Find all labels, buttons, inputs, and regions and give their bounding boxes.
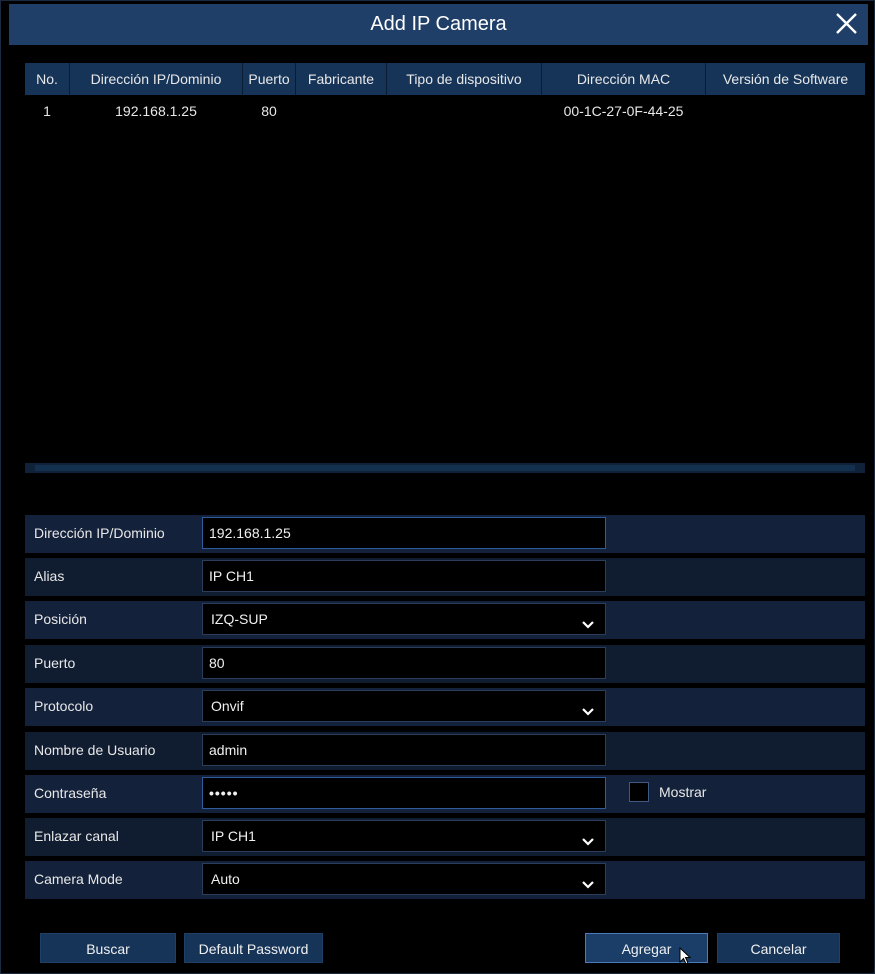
camera-list-table: No. Dirección IP/Dominio Puerto Fabrican… [25,63,865,463]
column-header-software[interactable]: Versión de Software [706,63,865,95]
camera-mode-selected-value: Auto [211,871,240,887]
dialog-title: Add IP Camera [370,13,507,35]
password-label: Contraseña [34,785,107,801]
channel-label: Enlazar canal [34,828,119,844]
camera-mode-select[interactable]: Auto [202,863,606,895]
form-row-port: Puerto [25,645,865,683]
form-row-alias: Alias [25,558,865,596]
column-header-ip[interactable]: Dirección IP/Dominio [70,63,242,95]
show-password-checkbox[interactable] [629,782,649,802]
alias-label: Alias [34,568,65,584]
channel-select[interactable]: IP CH1 [202,820,606,852]
form-row-username: Nombre de Usuario [25,732,865,770]
mouse-cursor-icon [679,947,692,965]
add-ip-camera-dialog: Add IP Camera No. Dirección IP/Dominio P… [0,0,875,974]
column-header-no[interactable]: No. [25,63,69,95]
cell-no: 1 [43,103,51,119]
cell-software [706,99,865,123]
cell-mac: 00-1C-27-0F-44-25 [563,103,684,119]
alias-input[interactable] [202,560,606,592]
column-header-manufacturer[interactable]: Fabricante [296,63,386,95]
camera-mode-label: Camera Mode [34,871,123,887]
chevron-down-icon [581,699,595,716]
channel-selected-value: IP CH1 [211,828,256,844]
port-label: Puerto [34,655,76,671]
show-password-label: Mostrar [659,784,707,800]
password-input[interactable] [202,777,606,809]
form-row-protocol: Protocolo Onvif [25,688,865,726]
form-row-channel: Enlazar canal IP CH1 [25,818,865,856]
form-row-password: Contraseña Mostrar [25,775,865,813]
form-row-position: Posición IZQ-SUP [25,601,865,639]
ip-label: Dirección IP/Dominio [34,525,165,541]
close-icon[interactable] [828,6,864,42]
chevron-down-icon [581,829,595,846]
form-row-camera-mode: Camera Mode Auto [25,861,865,899]
cancel-button[interactable]: Cancelar [717,933,840,963]
chevron-down-icon [581,612,595,629]
cell-ip: 192.168.1.25 [115,103,197,119]
cell-manufacturer [296,99,386,123]
position-label: Posición [34,611,87,627]
column-header-mac[interactable]: Dirección MAC [542,63,705,95]
port-input[interactable] [202,647,606,679]
table-horizontal-scrollbar[interactable] [25,463,865,473]
form-row-ip: Dirección IP/Dominio [25,515,865,553]
position-selected-value: IZQ-SUP [211,611,268,627]
protocol-label: Protocolo [34,698,94,714]
ip-address-input[interactable] [202,517,606,549]
cell-port: 80 [261,103,277,119]
table-header: No. Dirección IP/Dominio Puerto Fabrican… [25,63,865,95]
title-bar: Add IP Camera [9,4,868,45]
protocol-selected-value: Onvif [211,698,244,714]
cell-device-type [387,99,541,123]
username-input[interactable] [202,734,606,766]
protocol-select[interactable]: Onvif [202,690,606,722]
column-header-device-type[interactable]: Tipo de dispositivo [387,63,541,95]
table-row[interactable]: 1 192.168.1.25 80 00-1C-27-0F-44-25 [25,99,865,123]
search-button[interactable]: Buscar [40,933,176,963]
scrollbar-thumb[interactable] [35,465,855,471]
position-select[interactable]: IZQ-SUP [202,603,606,635]
default-password-button[interactable]: Default Password [184,933,323,963]
username-label: Nombre de Usuario [34,742,156,758]
chevron-down-icon [581,872,595,889]
column-header-port[interactable]: Puerto [243,63,295,95]
